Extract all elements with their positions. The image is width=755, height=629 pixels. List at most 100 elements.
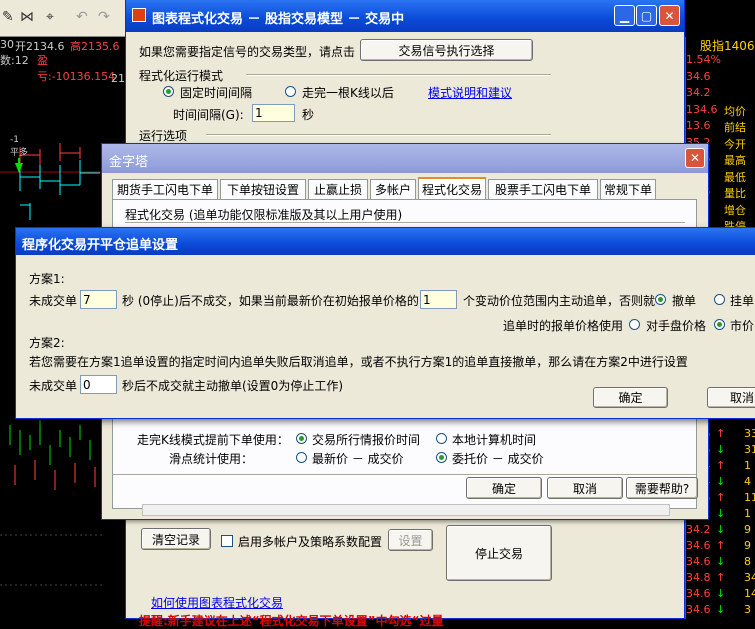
quote-row: 134.6 均价 <box>686 103 753 119</box>
pen-icon[interactable]: ✎ <box>2 9 14 25</box>
tab-4[interactable]: 多帐户 <box>370 179 416 199</box>
plan1-unfilled-label: 未成交单 <box>29 294 78 308</box>
plan2-seconds-input[interactable]: 0 <box>80 375 117 394</box>
tab-5[interactable]: 程式化交易 <box>418 177 486 199</box>
cancel-order-radio[interactable] <box>655 294 666 305</box>
tab-6[interactable]: 股票手工闪电下单 <box>488 179 598 199</box>
link-tool-icon[interactable]: ⋈ <box>20 9 34 25</box>
mode-divider <box>246 74 551 76</box>
signal-type-prompt: 如果您需要指定信号的交易类型，请点击 <box>139 45 356 59</box>
latest-price-label[interactable]: 最新价 － 成交价 <box>312 450 404 467</box>
cancel-order-label[interactable]: 撤单 <box>672 292 696 309</box>
section-title: 程式化交易 (追单功能仅限标准版及其以上用户使用) <box>125 208 403 222</box>
pyramid-cancel-button[interactable]: 取消 <box>547 477 623 499</box>
signal-select-button[interactable]: 交易信号执行选择 <box>360 39 533 61</box>
local-time-label[interactable]: 本地计算机时间 <box>452 431 536 448</box>
multi-account-label[interactable]: 启用多帐户及策略系数配置 <box>238 533 382 550</box>
tick-price: 34.6 <box>686 539 711 552</box>
section-divider <box>125 222 685 224</box>
tab-3[interactable]: 止赢止损 <box>308 179 368 199</box>
plan1-desc: 秒 (0停止)后不成交，如果当前最新价在初始报单价格的 <box>122 294 419 308</box>
chart-trading-titlebar[interactable]: 图表程式化交易 － 股指交易模型 － 交易中 ▁ ▢ ✕ <box>126 0 684 32</box>
fixed-interval-radio[interactable] <box>163 86 174 97</box>
tick-price: 34.6 <box>686 603 711 616</box>
tick-arrow-icon: ↓ <box>716 507 726 520</box>
tick-volume: 1 <box>744 459 751 472</box>
row1-prefix: 30 <box>0 38 14 51</box>
tick-volume: 8 <box>744 555 751 568</box>
chase-titlebar[interactable]: 程序化交易开平仓追单设置 <box>16 228 755 255</box>
options-divider <box>206 134 551 136</box>
plan2-desc2: 秒后不成交就主动撤单(设置0为停止工作) <box>122 379 343 393</box>
chase-cancel-button[interactable]: 取消 <box>707 387 755 408</box>
tick-arrow-icon: ↓ <box>716 475 726 488</box>
undo-icon[interactable]: ↶ <box>76 9 88 25</box>
quote-label: 最高 <box>724 154 746 167</box>
quote-label: 前结 <box>724 121 746 134</box>
quote-value: 13.6 <box>686 119 711 132</box>
binoculars-icon[interactable]: ⌖ <box>46 9 54 25</box>
stop-trading-button[interactable]: 停止交易 <box>446 525 552 581</box>
tab-2[interactable]: 下单按钮设置 <box>220 179 306 199</box>
quote-bar: 30 开2134.6 高2135.6 数:12 盈亏:-10136.154 21 <box>0 37 125 85</box>
mode-help-link[interactable]: 模式说明和建议 <box>428 84 512 101</box>
order-price-label[interactable]: 委托价 － 成交价 <box>452 450 544 467</box>
tick-volume: 9 <box>744 523 751 536</box>
pyramid-title: 金字塔 <box>109 155 149 170</box>
counter-price-label[interactable]: 对手盘价格 <box>646 317 706 334</box>
footer-divider <box>113 474 696 476</box>
plan1-seconds-input[interactable]: 7 <box>80 290 117 309</box>
newbie-tip: 提醒:新手建议在上述“程式化交易下单设置”中勾选“过量 <box>139 614 444 628</box>
quote-row: 34.6 <box>686 70 753 86</box>
interval-input[interactable]: 1 <box>252 104 295 122</box>
clear-records-button[interactable]: 清空记录 <box>141 528 211 550</box>
fixed-interval-label[interactable]: 固定时间间隔 <box>180 84 252 101</box>
redo-icon[interactable]: ↷ <box>98 9 110 25</box>
quote-row: 1.54% 委差 <box>686 53 753 69</box>
tick-row: 34.8 ↑ 34 <box>686 571 755 587</box>
exchange-time-label[interactable]: 交易所行情报价时间 <box>312 431 420 448</box>
setup-button[interactable]: 设置 <box>388 529 433 551</box>
order-price-radio[interactable] <box>436 452 447 463</box>
tick-price: 34.6 <box>686 587 711 600</box>
multi-account-checkbox[interactable] <box>221 535 233 547</box>
tick-arrow-icon: ↓ <box>716 443 726 456</box>
hang-order-label[interactable]: 挂单 <box>730 292 754 309</box>
pyramid-close-button[interactable]: ✕ <box>685 148 705 168</box>
tick-row: 34.6 ↑ 9 <box>686 539 753 555</box>
tick-volume: 9 <box>744 539 751 552</box>
howto-link[interactable]: 如何使用图表程式化交易 <box>151 594 283 611</box>
chase-ok-button[interactable]: 确定 <box>593 387 668 408</box>
tick-arrow-icon: ↑ <box>716 491 726 504</box>
market-price-label[interactable]: 市价 <box>730 317 754 334</box>
signal-number: -1 <box>10 135 19 145</box>
tab-7[interactable]: 常规下单 <box>600 179 656 199</box>
pyramid-ok-button[interactable]: 确定 <box>466 477 542 499</box>
pyramid-hscroll[interactable] <box>142 504 670 516</box>
local-time-radio[interactable] <box>436 433 447 444</box>
pyramid-titlebar[interactable]: 金字塔 ✕ <box>102 144 708 173</box>
plan1-ticks-input[interactable]: 1 <box>420 290 457 309</box>
tick-row: 34.6 ↓ 3 <box>686 603 753 619</box>
market-price-radio[interactable] <box>714 319 725 330</box>
minimize-button[interactable]: ▁ <box>614 5 635 26</box>
quote-label: 均价 <box>724 104 746 118</box>
latest-price-radio[interactable] <box>296 452 307 463</box>
tick-volume: 3 <box>744 603 751 616</box>
hang-order-radio[interactable] <box>714 294 725 305</box>
tab-1[interactable]: 期货手工闪电下单 <box>112 179 218 199</box>
exchange-time-radio[interactable] <box>296 433 307 444</box>
quote-label: 量比 <box>724 187 746 200</box>
maximize-button[interactable]: ▢ <box>636 5 657 26</box>
tick-row: 34.2 ↓ 9 <box>686 523 753 539</box>
tick-volume: 14 <box>744 587 755 600</box>
after-kline-radio[interactable] <box>285 86 296 97</box>
app-icon <box>132 8 146 22</box>
after-kline-label[interactable]: 走完一根K线以后 <box>302 84 394 101</box>
pyramid-help-button[interactable]: 需要帮助? <box>626 477 698 499</box>
tick-arrow-icon: ↓ <box>716 523 726 536</box>
tick-arrow-icon: ↑ <box>716 539 726 552</box>
counter-price-radio[interactable] <box>629 319 640 330</box>
close-button[interactable]: ✕ <box>659 5 680 26</box>
plan2-unfilled-label: 未成交单 <box>29 379 78 393</box>
